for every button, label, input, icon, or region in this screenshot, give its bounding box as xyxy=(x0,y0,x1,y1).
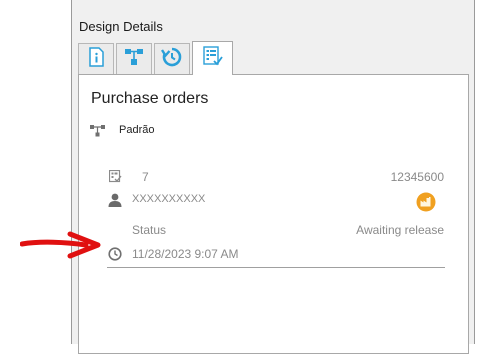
tab-checklist[interactable] xyxy=(192,41,233,75)
user-icon xyxy=(108,193,122,212)
user-name: XXXXXXXXXX xyxy=(132,193,206,205)
status-value: Awaiting release xyxy=(356,223,444,237)
checklist-icon xyxy=(202,45,224,72)
divider xyxy=(107,267,445,268)
info-icon xyxy=(87,46,105,72)
tab-history[interactable] xyxy=(154,43,190,74)
workflow-icon xyxy=(124,47,144,72)
panel-title: Design Details xyxy=(79,19,163,34)
status-label: Status xyxy=(132,223,167,237)
tab-workflow[interactable] xyxy=(116,43,152,74)
history-icon xyxy=(160,46,183,73)
red-arrow-annotation xyxy=(19,230,102,265)
document-number-icon xyxy=(108,169,122,188)
workflow-small-icon xyxy=(90,124,106,142)
purchase-order-card: Purchase orders Padrão 7 12345600 XXXXXX… xyxy=(78,74,469,354)
details-tabs xyxy=(78,41,235,75)
order-number: 7 xyxy=(142,170,149,184)
section-title: Purchase orders xyxy=(91,90,209,107)
design-details-panel: Design Details Purchase orders Padrão 7 … xyxy=(71,0,475,354)
clock-icon xyxy=(108,247,122,266)
timestamp: 11/28/2023 9:07 AM xyxy=(132,247,239,261)
workflow-label: Padrão xyxy=(119,124,155,136)
factory-badge-icon xyxy=(416,192,436,217)
order-code: 12345600 xyxy=(390,170,444,184)
tab-info[interactable] xyxy=(78,43,114,74)
